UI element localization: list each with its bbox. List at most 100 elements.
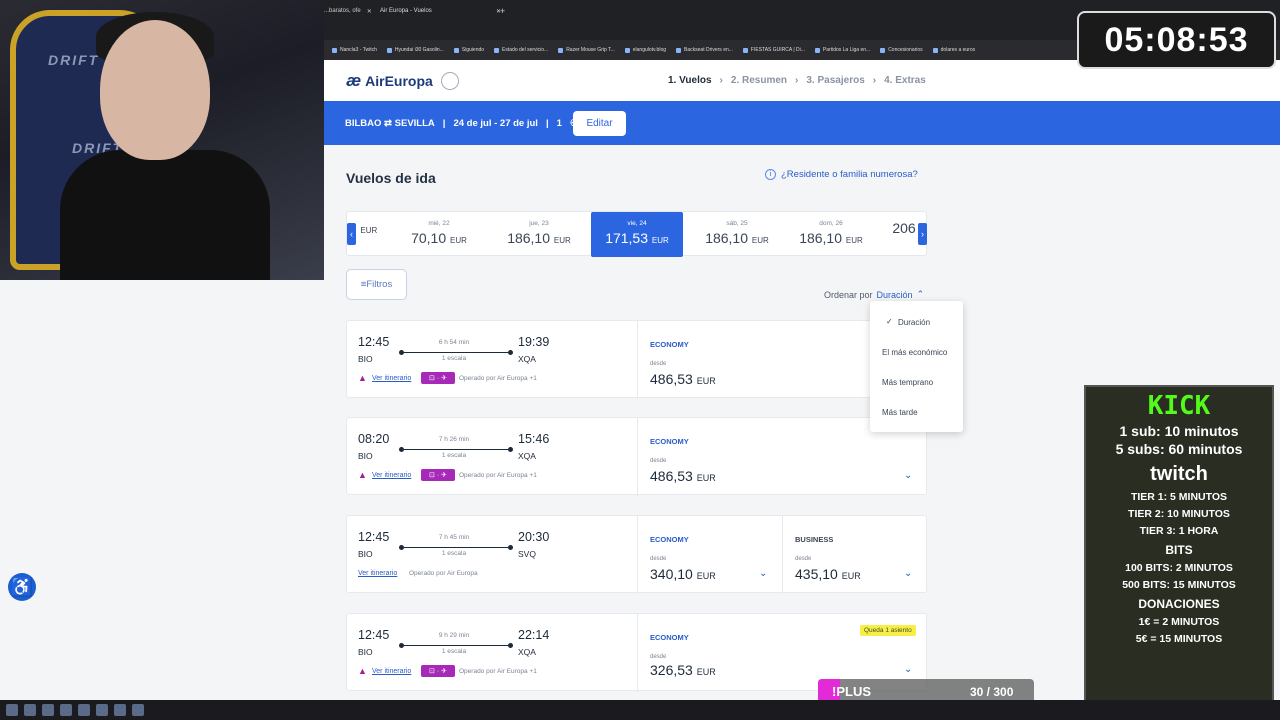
checkmark-icon: ✓	[886, 317, 893, 326]
date-price: 186,10	[799, 230, 843, 246]
bookmark[interactable]: dolares a euros	[932, 47, 975, 53]
logo-text: AirEuropa	[365, 73, 433, 89]
destination-code: XQA	[518, 354, 536, 364]
origin-code: BIO	[358, 549, 373, 559]
flight-card[interactable]: 08:20 BIO 7 h 26 min 1 escala 15:46 XQA …	[346, 417, 927, 496]
app-icon[interactable]	[96, 704, 108, 716]
bookmark[interactable]: Nancla3 - Twitch	[332, 47, 377, 53]
date-price: 206	[892, 220, 916, 236]
webcam-feed: DRIFT DRIFT	[0, 0, 324, 280]
arrival-time: 15:46	[518, 432, 550, 446]
resident-link[interactable]: i ¿Residente o familia numerosa?	[765, 169, 918, 180]
browser-tab-active[interactable]: Air Europa - Vuelos ✕	[380, 4, 501, 18]
chevron-right-icon: ›	[719, 75, 723, 86]
edit-button[interactable]: Editar	[573, 111, 626, 136]
date-option[interactable]: mié, 22 70,10 EUR	[393, 212, 485, 257]
fare-class-business: BUSINESS	[795, 535, 834, 544]
search-summary-bar: BILBAO ⇄ SEVILLA | 24 de jul - 27 de jul…	[324, 101, 1280, 145]
air-europa-logo[interactable]: æ AirEuropa	[346, 71, 459, 91]
step-vuelos: 1. Vuelos	[668, 75, 712, 86]
date-option[interactable]: dom, 26 186,10 EUR	[785, 212, 877, 257]
itinerary-link[interactable]: Ver itinerario	[372, 375, 411, 382]
bookmark[interactable]: Hyundai i30 Gasolin...	[386, 47, 444, 53]
chevron-down-icon[interactable]: ⌄	[904, 470, 912, 481]
chevron-right-icon: ›	[795, 75, 799, 86]
stream-timer: 05:08:53	[1077, 11, 1276, 69]
twitch-logo: twitch	[1150, 463, 1208, 485]
logo-mark-icon: æ	[346, 71, 362, 90]
filters-label: Filtros	[366, 279, 393, 290]
close-icon[interactable]: ✕	[367, 8, 372, 15]
chevron-down-icon[interactable]: ⌄	[759, 568, 767, 579]
itinerary-link[interactable]: Ver itinerario	[358, 570, 397, 577]
chevron-right-icon[interactable]: ›	[918, 223, 927, 245]
promo-line: TIER 3: 1 HORA	[1139, 525, 1219, 537]
promo-line: 1 sub: 10 minutos	[1119, 423, 1239, 439]
app-icon[interactable]	[114, 704, 126, 716]
info-icon: i	[765, 169, 776, 180]
date-option[interactable]: jue, 23 186,10 EUR	[493, 212, 585, 257]
date-label: vie, 24	[627, 220, 647, 227]
itinerary-link[interactable]: Ver itinerario	[372, 472, 411, 479]
sort-option-latest[interactable]: Más tarde	[882, 408, 918, 417]
tab-title: Air Europa - Vuelos	[380, 8, 432, 14]
date-carousel: 9 EUR mié, 2270,10 EUR jue, 23186,10 EUR…	[346, 211, 927, 257]
from-label: desde	[650, 654, 667, 660]
bookmark[interactable]: Partidos La Liga en...	[814, 47, 870, 53]
chrome-icon[interactable]	[42, 704, 54, 716]
search-summary: BILBAO ⇄ SEVILLA | 24 de jul - 27 de jul…	[345, 118, 578, 129]
steam-icon[interactable]	[60, 704, 72, 716]
currency: EUR	[696, 473, 716, 483]
divider: |	[442, 118, 446, 129]
route-line	[399, 350, 513, 355]
chevron-down-icon[interactable]: ⌄	[904, 664, 912, 675]
divider	[637, 516, 638, 594]
departure-time: 08:20	[358, 432, 390, 446]
from-label: desde	[795, 556, 812, 562]
browser-tab[interactable]: ...baratos, ofe ✕	[324, 4, 372, 18]
fare-price: 326,53	[650, 662, 693, 678]
passenger-count: 1	[556, 118, 562, 129]
itinerary-link[interactable]: Ver itinerario	[372, 668, 411, 675]
promo-line: TIER 1: 5 MINUTOS	[1130, 491, 1228, 503]
sort-option-duration[interactable]: Duración	[898, 318, 930, 327]
duration: 6 h 54 min	[438, 339, 470, 346]
sort-option-earliest[interactable]: Más temprano	[882, 378, 933, 387]
sort-control[interactable]: Ordenar por Duración ⌃	[824, 289, 924, 300]
currency: EUR	[845, 236, 863, 245]
filters-button[interactable]: ≡ Filtros	[346, 269, 407, 300]
chevron-down-icon[interactable]: ⌄	[904, 568, 912, 579]
app-icon[interactable]	[132, 704, 144, 716]
bookmark[interactable]: Estado del servicio...	[494, 47, 548, 53]
chevron-right-icon: ›	[872, 75, 877, 86]
flight-card[interactable]: 12:45 BIO 6 h 54 min 1 escala 19:39 XQA …	[346, 320, 927, 399]
flight-card[interactable]: 12:45 BIO 7 h 45 min 1 escala 20:30 SVQ …	[346, 515, 927, 594]
divider: |	[545, 118, 549, 129]
origin-code: BIO	[358, 647, 373, 657]
page-left-margin	[0, 280, 324, 700]
arrival-time: 19:39	[518, 335, 550, 349]
currency: EUR	[696, 667, 716, 677]
divider	[637, 418, 638, 496]
chevron-left-icon[interactable]: ‹	[347, 223, 356, 245]
windows-icon[interactable]	[6, 704, 18, 716]
duration: 7 h 45 min	[438, 534, 470, 541]
fare-price-business: 435,10	[795, 566, 838, 582]
bookmark[interactable]: Backseat Drivers en...	[676, 47, 733, 53]
sort-label: Ordenar por	[824, 289, 873, 300]
search-icon[interactable]	[24, 704, 36, 716]
app-icon[interactable]	[78, 704, 90, 716]
bookmark[interactable]: Siguiendo	[453, 47, 484, 53]
from-label: desde	[650, 458, 667, 464]
bookmark[interactable]: Concesionarios	[880, 47, 923, 53]
departure-time: 12:45	[358, 335, 390, 349]
date-option-selected[interactable]: vie, 24 171,53 EUR	[591, 212, 683, 257]
date-option[interactable]: sáb, 25 186,10 EUR	[691, 212, 783, 257]
route-line	[399, 545, 513, 550]
bookmark[interactable]: Razer Mouse Grip T...	[558, 47, 615, 53]
accessibility-icon[interactable]: ♿	[8, 573, 36, 601]
new-tab-icon[interactable]: +	[500, 4, 505, 18]
bookmark[interactable]: elangulotv.blog	[624, 47, 666, 53]
bookmark[interactable]: FIESTAS GUIRCA | Di...	[742, 47, 805, 53]
sort-option-cheapest[interactable]: El más económico	[882, 348, 947, 357]
